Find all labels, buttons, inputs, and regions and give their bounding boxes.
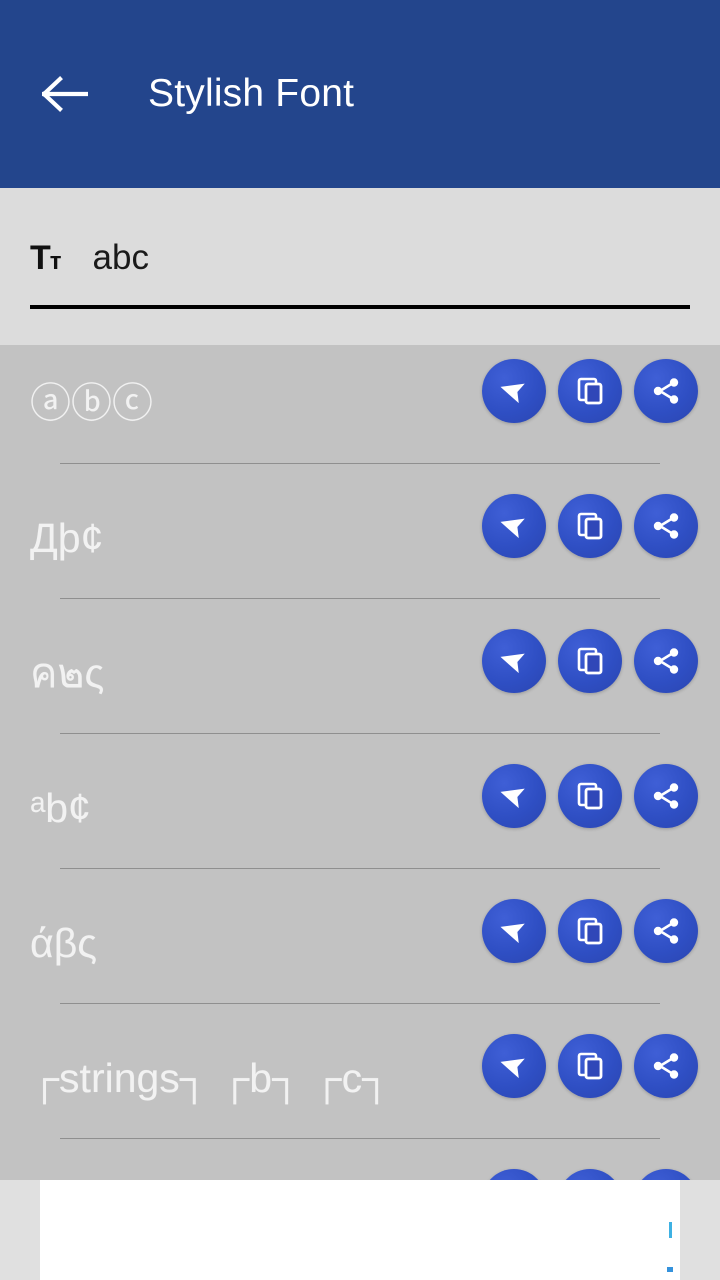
share-button[interactable] xyxy=(634,494,698,558)
cursor-icon xyxy=(497,374,531,408)
copy-icon xyxy=(574,375,606,407)
share-icon xyxy=(650,510,682,542)
copy-button[interactable] xyxy=(558,629,622,693)
bottom-banner-panel[interactable] xyxy=(40,1180,680,1280)
share-button[interactable] xyxy=(634,764,698,828)
font-row[interactable]: ┌strings┐ ┌b┐ ┌c┐ xyxy=(0,1020,720,1155)
font-row[interactable]: ⓐⓑⓒ xyxy=(0,345,720,480)
font-sample-text: ค๒ς xyxy=(30,650,105,697)
cursor-icon xyxy=(497,1049,531,1083)
cursor-icon xyxy=(497,914,531,948)
banner-marker-secondary-icon xyxy=(667,1267,673,1272)
cursor-button[interactable] xyxy=(482,1169,546,1180)
share-button[interactable] xyxy=(634,1169,698,1180)
font-row[interactable]: ค๒ς xyxy=(0,615,720,750)
row-action-group xyxy=(482,1034,698,1098)
font-row[interactable]: Дþ¢ xyxy=(0,480,720,615)
row-divider xyxy=(60,598,660,599)
row-divider xyxy=(60,733,660,734)
cursor-button[interactable] xyxy=(482,764,546,828)
row-action-group xyxy=(482,899,698,963)
cursor-button[interactable] xyxy=(482,494,546,558)
font-sample-text: ┌strings┐ ┌b┐ ┌c┐ xyxy=(30,1055,392,1102)
share-icon xyxy=(650,1050,682,1082)
copy-button[interactable] xyxy=(558,494,622,558)
row-divider xyxy=(60,1003,660,1004)
row-action-group xyxy=(482,629,698,693)
copy-icon xyxy=(574,915,606,947)
page-title: Stylish Font xyxy=(148,72,355,115)
cursor-button[interactable] xyxy=(482,359,546,423)
font-style-list[interactable]: ⓐⓑⓒ Дþ¢ ค๒ς ᵃb¢ άβς ┌strings┐ ┌b┐ ┌c┐ xyxy=(0,345,720,1180)
share-button[interactable] xyxy=(634,1034,698,1098)
font-sample-text: άβς xyxy=(30,920,98,967)
row-divider xyxy=(60,868,660,869)
app-bar: Stylish Font xyxy=(0,0,720,188)
copy-icon xyxy=(574,510,606,542)
font-row[interactable]: άβς xyxy=(0,885,720,1020)
font-sample-text: ᵃb¢ xyxy=(30,785,91,832)
arrow-left-icon xyxy=(42,76,88,112)
share-button[interactable] xyxy=(634,629,698,693)
cursor-button[interactable] xyxy=(482,629,546,693)
row-divider xyxy=(60,463,660,464)
cursor-button[interactable] xyxy=(482,1034,546,1098)
share-icon xyxy=(650,375,682,407)
font-sample-text: Дþ¢ xyxy=(30,515,104,562)
row-action-group xyxy=(482,1169,698,1180)
font-sample-text: ⓐⓑⓒ xyxy=(30,380,153,427)
copy-button[interactable] xyxy=(558,1034,622,1098)
share-icon xyxy=(650,915,682,947)
row-action-group xyxy=(482,764,698,828)
share-button[interactable] xyxy=(634,899,698,963)
cursor-icon xyxy=(497,644,531,678)
share-icon xyxy=(650,780,682,812)
text-format-icon: Tт xyxy=(30,239,62,277)
cursor-icon xyxy=(497,509,531,543)
input-row: Tт abc xyxy=(30,240,690,275)
row-action-group xyxy=(482,494,698,558)
text-input-value[interactable]: abc xyxy=(93,240,149,275)
input-underline xyxy=(30,305,690,309)
share-button[interactable] xyxy=(634,359,698,423)
copy-button[interactable] xyxy=(558,359,622,423)
row-action-group xyxy=(482,359,698,423)
row-divider xyxy=(60,1138,660,1139)
copy-button[interactable] xyxy=(558,1169,622,1180)
font-row[interactable]: ᵃb¢ xyxy=(0,750,720,885)
banner-marker-icon xyxy=(669,1222,672,1238)
app-screen: Stylish Font Tт abc ⓐⓑⓒ Дþ¢ ค๒ς ᵃb¢ άβς … xyxy=(0,0,720,1280)
copy-button[interactable] xyxy=(558,764,622,828)
copy-button[interactable] xyxy=(558,899,622,963)
share-icon xyxy=(650,645,682,677)
copy-icon xyxy=(574,780,606,812)
copy-icon xyxy=(574,1050,606,1082)
cursor-button[interactable] xyxy=(482,899,546,963)
text-input-area[interactable]: Tт abc xyxy=(0,188,720,345)
back-button[interactable] xyxy=(36,65,94,123)
copy-icon xyxy=(574,645,606,677)
cursor-icon xyxy=(497,779,531,813)
font-row[interactable] xyxy=(0,1155,720,1180)
